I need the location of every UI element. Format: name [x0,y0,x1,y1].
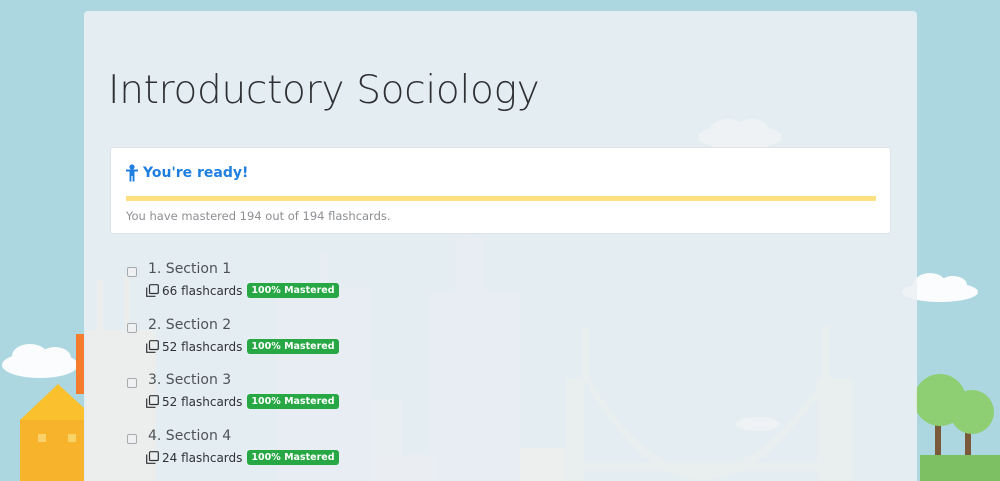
section-item[interactable]: 2. Section 2 52 flashcards 100% Mastered [126,317,526,363]
section-title[interactable]: 1. Section 1 [148,261,231,277]
section-item[interactable]: 3. Section 3 52 flashcards 100% Mastered [126,372,526,418]
mastered-badge: 100% Mastered [247,339,339,354]
flashcards-icon [146,340,159,353]
child-icon [126,164,138,182]
section-meta: 52 flashcards 100% Mastered [146,394,339,409]
main-panel: Introductory Sociology You're ready! You… [84,11,917,481]
flashcards-count: 66 flashcards [162,283,243,298]
flashcards-count: 52 flashcards [162,339,243,354]
trees [914,374,1000,481]
section-checkbox[interactable] [127,434,137,444]
flashcards-icon [146,395,159,408]
section-checkbox[interactable] [127,378,137,388]
section-title[interactable]: 2. Section 2 [148,317,231,333]
mastery-progress-fill [126,196,876,201]
section-checkbox[interactable] [127,267,137,277]
mastered-badge: 100% Mastered [247,450,339,465]
flashcards-count: 24 flashcards [162,450,243,465]
section-checkbox[interactable] [127,323,137,333]
section-meta: 24 flashcards 100% Mastered [146,450,339,465]
section-title[interactable]: 4. Section 4 [148,428,231,444]
readiness-heading: You're ready! [125,164,248,182]
flashcards-count: 52 flashcards [162,394,243,409]
section-meta: 52 flashcards 100% Mastered [146,339,339,354]
section-item[interactable]: 4. Section 4 24 flashcards 100% Mastered [126,428,526,474]
mastered-badge: 100% Mastered [247,394,339,409]
section-item[interactable]: 1. Section 1 66 flashcards 100% Mastered [126,261,526,307]
mastery-progress-bar [126,196,876,201]
flashcards-icon [146,451,159,464]
page-title: Introductory Sociology [108,68,540,113]
mastered-badge: 100% Mastered [247,283,339,298]
readiness-card: You're ready! You have mastered 194 out … [110,147,891,234]
section-title[interactable]: 3. Section 3 [148,372,231,388]
flashcards-icon [146,284,159,297]
section-meta: 66 flashcards 100% Mastered [146,283,339,298]
mastered-summary: You have mastered 194 out of 194 flashca… [126,209,391,223]
readiness-title: You're ready! [143,165,249,181]
